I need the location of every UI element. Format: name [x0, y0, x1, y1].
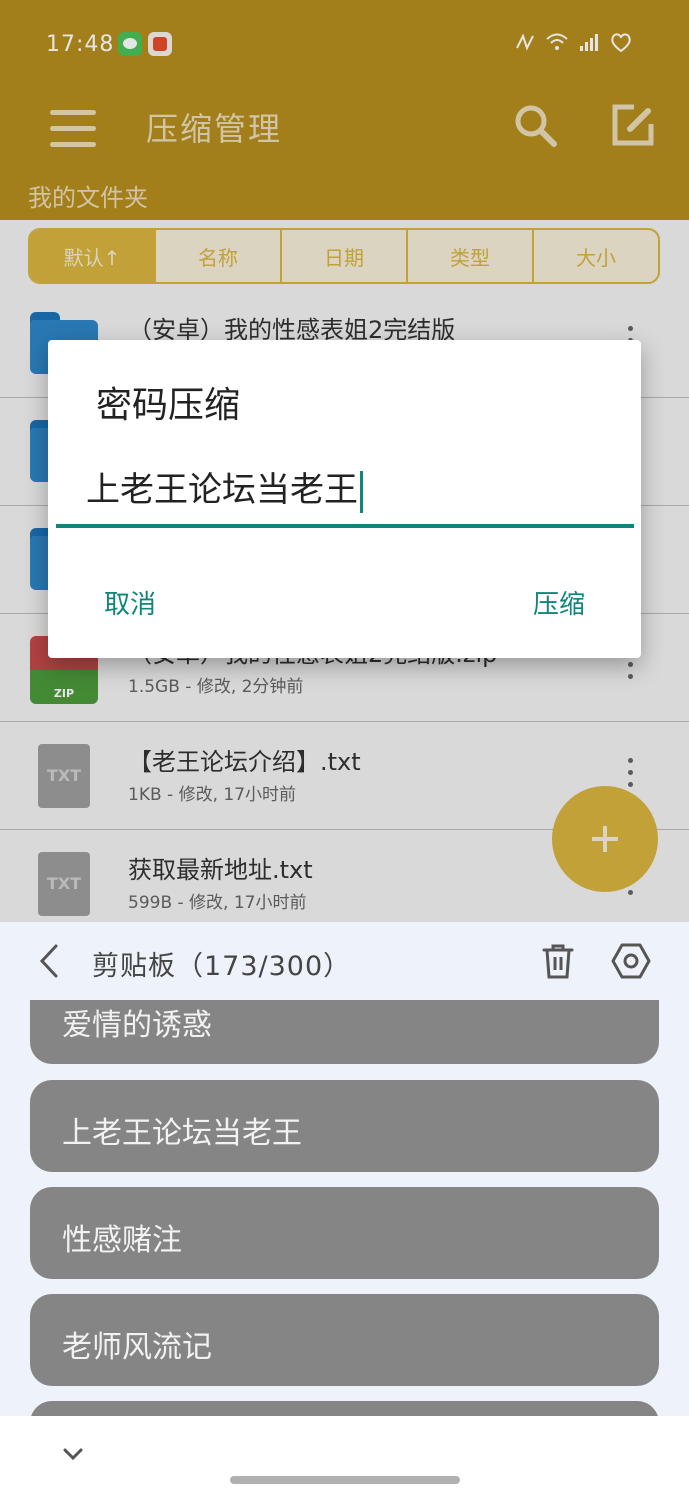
cancel-button[interactable]: 取消: [104, 584, 156, 621]
back-icon[interactable]: [34, 942, 64, 980]
clipboard-item[interactable]: 性感赌注: [30, 1187, 659, 1279]
clipboard-item[interactable]: [30, 1401, 659, 1416]
clipboard-panel: 剪贴板（173/300） 爱情的诱惑 上老王论坛当老王 性感赌注 老师风流记: [0, 922, 689, 1416]
password-input-value: 上老王论坛当老王: [86, 470, 358, 510]
home-indicator[interactable]: [230, 1476, 460, 1484]
clipboard-item[interactable]: 老师风流记: [30, 1294, 659, 1386]
password-input[interactable]: 上老王论坛当老王: [56, 448, 634, 528]
clipboard-item[interactable]: 爱情的诱惑: [30, 1000, 659, 1064]
clipboard-item-text: 爱情的诱惑: [62, 1008, 212, 1043]
clipboard-item[interactable]: 上老王论坛当老王: [30, 1080, 659, 1172]
clipboard-item-text: 性感赌注: [62, 1223, 182, 1258]
settings-icon[interactable]: [610, 940, 652, 982]
clipboard-item-text: 老师风流记: [62, 1330, 212, 1365]
clipboard-item-text: 上老王论坛当老王: [62, 1116, 302, 1151]
text-cursor: [360, 470, 363, 513]
trash-icon[interactable]: [540, 942, 576, 980]
clipboard-list: 爱情的诱惑 上老王论坛当老王 性感赌注 老师风流记: [0, 1000, 689, 1416]
dialog-title: 密码压缩: [96, 385, 241, 426]
clipboard-header: 剪贴板（173/300）: [0, 922, 689, 1000]
clipboard-title: 剪贴板（173/300）: [92, 951, 352, 982]
compress-button[interactable]: 压缩: [533, 584, 585, 621]
chevron-down-icon[interactable]: [60, 1444, 86, 1464]
keyboard-bottom-bar: [0, 1416, 689, 1500]
password-compress-dialog: 密码压缩 上老王论坛当老王 取消 压缩: [48, 340, 641, 658]
